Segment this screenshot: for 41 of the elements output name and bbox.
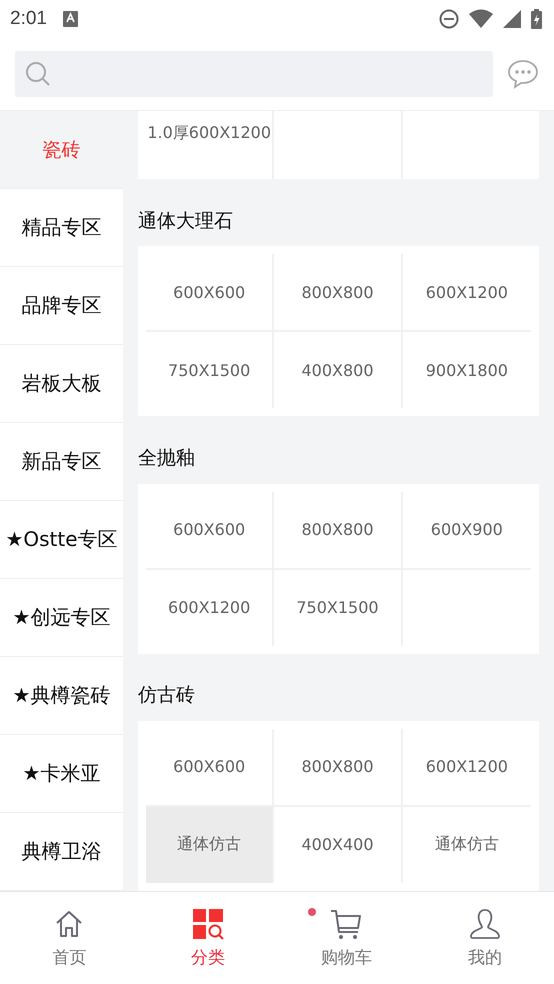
category-grid-icon — [192, 908, 224, 940]
chat-bubble-icon[interactable] — [507, 59, 539, 89]
size-option[interactable]: 600X600 — [146, 492, 274, 570]
size-option[interactable]: 通体仿古 — [146, 806, 274, 883]
tab-bar-item[interactable]: 分类 — [138, 892, 277, 984]
size-option[interactable]: 800X800 — [274, 492, 403, 570]
signal-icon — [503, 10, 521, 28]
category-item[interactable]: ★典樽瓷砖 — [0, 657, 123, 735]
size-option[interactable]: 600X1200 — [146, 570, 274, 646]
search-icon — [25, 61, 51, 87]
category-item[interactable]: 精品专区 — [0, 189, 123, 267]
tab-bar-item[interactable]: 购物车 — [277, 892, 416, 984]
section-title: 通体大理石 — [138, 208, 234, 234]
size-option[interactable]: 750X1500 — [274, 570, 403, 646]
size-option[interactable]: 600X600 — [146, 728, 274, 807]
status-time: 2:01 — [10, 8, 47, 30]
category-item[interactable]: ★Ostte专区 — [0, 501, 123, 579]
category-item[interactable]: 典樽卫浴 — [0, 813, 123, 891]
search-field[interactable] — [15, 51, 493, 97]
size-option[interactable]: 1.0厚600X1200 — [146, 111, 274, 179]
size-option[interactable]: 600X1200 — [402, 254, 531, 332]
do-not-disturb-icon — [439, 9, 459, 29]
category-item[interactable]: ★卡米亚 — [0, 735, 123, 813]
category-item[interactable]: ★创远专区 — [0, 579, 123, 657]
size-option[interactable]: 600X600 — [146, 254, 274, 332]
section-title: 仿古砖 — [138, 683, 196, 708]
size-option[interactable]: 600X1200 — [402, 728, 531, 807]
tab-bar-item[interactable]: 首页 — [0, 892, 138, 984]
cart-icon — [330, 908, 362, 940]
section-title: 全抛釉 — [138, 446, 196, 471]
size-option[interactable]: 600X900 — [402, 492, 531, 570]
category-item[interactable]: 岩板大板 — [0, 345, 123, 423]
keyboard-a-icon — [62, 11, 78, 27]
user-icon — [468, 908, 501, 940]
battery-icon — [531, 9, 542, 29]
tab-bar-item[interactable]: 我的 — [416, 892, 554, 984]
category-item[interactable]: 新品专区 — [0, 423, 123, 501]
category-item[interactable]: 品牌专区 — [0, 267, 123, 345]
size-option[interactable]: 800X800 — [274, 728, 403, 807]
wifi-icon — [469, 9, 493, 29]
size-option[interactable]: 800X800 — [274, 254, 403, 332]
